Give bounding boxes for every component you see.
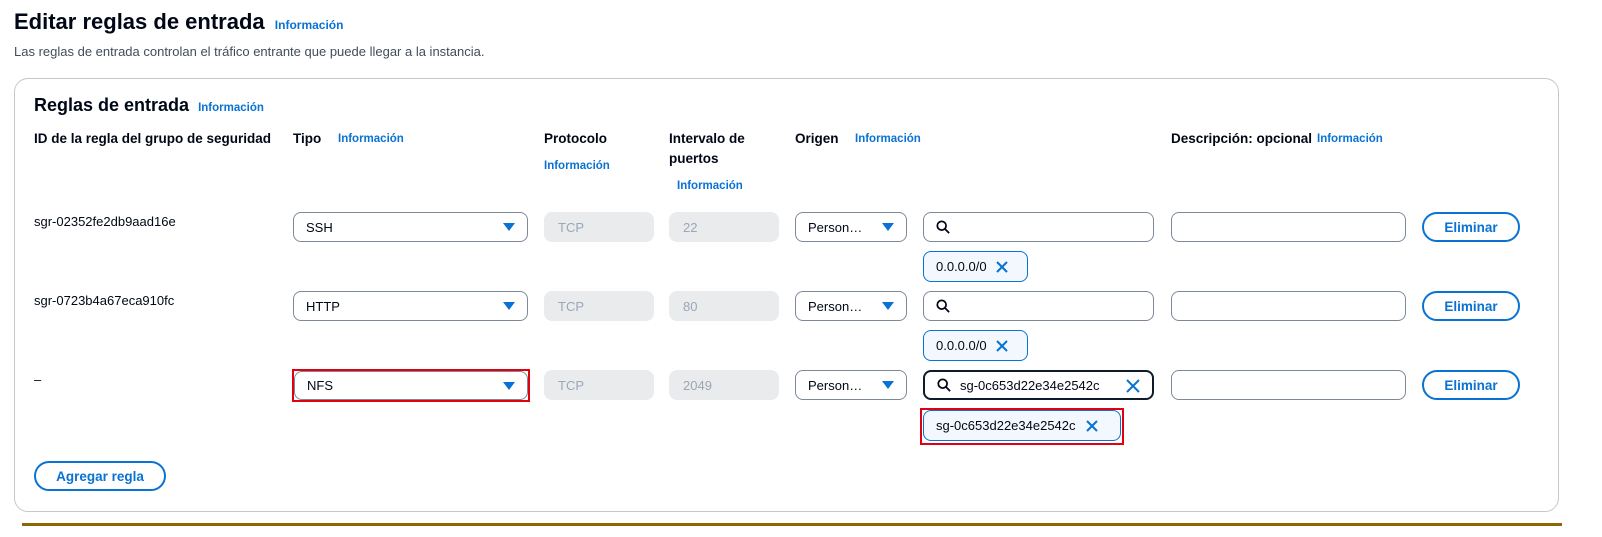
- page-subtitle: Las reglas de entrada controlan el tráfi…: [14, 44, 485, 59]
- page-title: Editar reglas de entrada Información: [14, 9, 343, 35]
- source-select[interactable]: Person…: [795, 291, 907, 321]
- search-icon: [936, 299, 950, 313]
- page-title-text: Editar reglas de entrada: [14, 9, 265, 34]
- token-label: sg-0c653d22e34e2542c: [936, 418, 1076, 433]
- close-icon[interactable]: [995, 260, 1009, 274]
- caret-down-icon: [503, 223, 515, 231]
- source-token: 0.0.0.0/0: [923, 330, 1028, 361]
- panel-title-text: Reglas de entrada: [34, 95, 190, 115]
- close-icon[interactable]: [1126, 379, 1140, 393]
- source-select-value: Person…: [808, 298, 863, 314]
- caret-down-icon: [882, 302, 894, 310]
- source-select-value: Person…: [808, 377, 863, 393]
- column-header-source: Origen: [795, 131, 839, 146]
- caret-down-icon: [503, 382, 515, 390]
- type-info-link[interactable]: Información: [338, 133, 404, 145]
- panel-info-link[interactable]: Información: [198, 102, 264, 114]
- source-token: sg-0c653d22e34e2542c: [923, 410, 1121, 441]
- caret-down-icon: [503, 302, 515, 310]
- delete-button[interactable]: Eliminar: [1422, 291, 1520, 321]
- description-input[interactable]: [1171, 370, 1406, 400]
- column-header-description: Descripción: opcional: [1171, 131, 1313, 146]
- bottom-divider: [22, 523, 1562, 526]
- delete-button[interactable]: Eliminar: [1422, 212, 1520, 242]
- column-header-protocol: Protocolo: [544, 131, 607, 146]
- caret-down-icon: [882, 223, 894, 231]
- column-header-port-range-line1: Intervalo de: [669, 131, 745, 146]
- panel-title: Reglas de entrada Información: [34, 95, 264, 116]
- type-select-value: HTTP: [306, 298, 340, 314]
- source-search-input[interactable]: [923, 291, 1154, 321]
- description-input[interactable]: [1171, 212, 1406, 242]
- caret-down-icon: [882, 381, 894, 389]
- type-select[interactable]: SSH: [293, 212, 528, 242]
- port-range-field: 2049: [669, 370, 779, 400]
- rule-id: –: [34, 372, 42, 387]
- source-select-value: Person…: [808, 219, 863, 235]
- port-range-field: 22: [669, 212, 779, 242]
- token-label: 0.0.0.0/0: [936, 259, 987, 274]
- rule-id: sgr-0723b4a67eca910fc: [34, 293, 175, 308]
- source-search-input[interactable]: sg-0c653d22e34e2542c: [923, 370, 1154, 400]
- delete-button[interactable]: Eliminar: [1422, 370, 1520, 400]
- column-header-port-range-line2: puertos: [669, 151, 719, 166]
- port-range-info-link[interactable]: Información: [677, 180, 743, 192]
- protocol-field: TCP: [544, 212, 654, 242]
- type-select[interactable]: HTTP: [293, 291, 528, 321]
- column-header-rule-id: ID de la regla del grupo de seguridad: [34, 131, 272, 146]
- description-input[interactable]: [1171, 291, 1406, 321]
- type-select-value: NFS: [307, 378, 333, 393]
- add-rule-button[interactable]: Agregar regla: [34, 461, 166, 491]
- source-select[interactable]: Person…: [795, 370, 907, 400]
- source-search-input[interactable]: [923, 212, 1154, 242]
- type-select-value: SSH: [306, 219, 333, 235]
- column-header-type: Tipo: [293, 131, 322, 146]
- close-icon[interactable]: [995, 339, 1009, 353]
- search-icon: [937, 378, 951, 392]
- description-info-link[interactable]: Información: [1317, 133, 1383, 145]
- source-info-link[interactable]: Información: [855, 133, 921, 145]
- port-range-field: 80: [669, 291, 779, 321]
- search-icon: [936, 220, 950, 234]
- token-label: 0.0.0.0/0: [936, 338, 987, 353]
- protocol-info-link[interactable]: Información: [544, 160, 610, 172]
- source-token: 0.0.0.0/0: [923, 251, 1028, 282]
- page-info-link[interactable]: Información: [275, 18, 344, 32]
- rule-id: sgr-02352fe2db9aad16e: [34, 214, 176, 229]
- protocol-field: TCP: [544, 291, 654, 321]
- close-icon[interactable]: [1085, 419, 1099, 433]
- type-select[interactable]: NFS: [294, 371, 528, 400]
- source-select[interactable]: Person…: [795, 212, 907, 242]
- protocol-field: TCP: [544, 370, 654, 400]
- search-input-value: sg-0c653d22e34e2542c: [960, 377, 1100, 393]
